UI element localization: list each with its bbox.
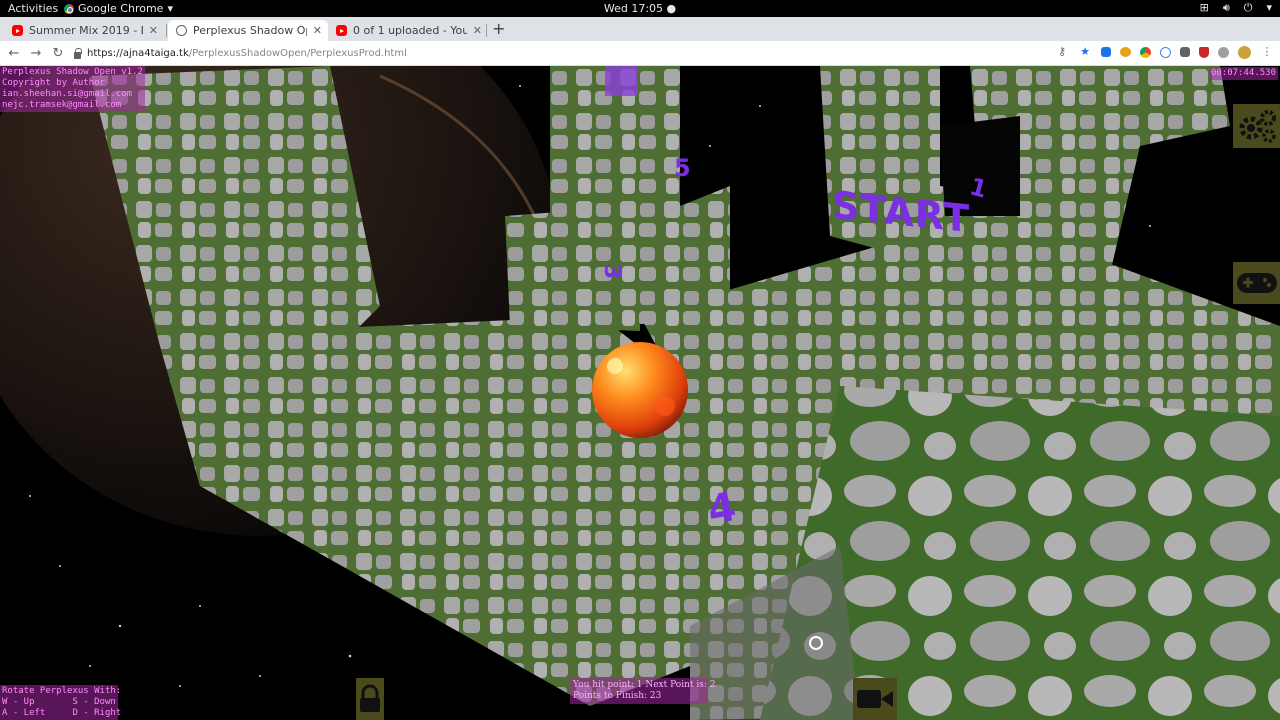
close-icon[interactable]: ✕ — [473, 24, 482, 37]
power-icon[interactable]: ⏻ — [1244, 1, 1253, 15]
lock-button[interactable] — [356, 678, 384, 720]
activities-button[interactable]: Activities — [8, 2, 58, 15]
ext-3-icon[interactable] — [1140, 46, 1151, 58]
tab-summer-mix[interactable]: Summer Mix 2019 - Best O ✕ — [4, 20, 164, 41]
lock-icon — [74, 47, 82, 59]
tab-divider — [486, 24, 487, 37]
tab-divider — [166, 24, 167, 37]
gamepad-icon — [1236, 273, 1277, 293]
ext-7-icon[interactable] — [1218, 46, 1229, 58]
key-icon[interactable]: ⚷ — [1055, 45, 1069, 59]
app-name: Google Chrome — [78, 2, 164, 15]
tab-title: 0 of 1 uploaded - YouTube — [353, 24, 467, 37]
browser-toolbar: ← → ↻ https://ajna4taiga.tk/PerplexusSha… — [0, 41, 1280, 66]
back-button[interactable]: ← — [3, 46, 25, 61]
gamepad-button[interactable] — [1233, 262, 1280, 304]
tab-strip: Summer Mix 2019 - Best O ✕ Perplexus Sha… — [0, 17, 1280, 41]
menu-arrow-icon[interactable]: ▾ — [1266, 1, 1272, 15]
ext-5-icon[interactable] — [1180, 47, 1190, 57]
address-bar[interactable]: https://ajna4taiga.tk/PerplexusShadowOpe… — [74, 44, 1120, 63]
reload-button[interactable]: ↻ — [47, 46, 69, 61]
ext-4-icon[interactable] — [1160, 46, 1171, 58]
tab-youtube-upload[interactable]: 0 of 1 uploaded - YouTube ✕ — [328, 20, 488, 41]
star-icon[interactable]: ★ — [1078, 45, 1092, 59]
tab-title: Perplexus Shadow Open 3 — [193, 24, 307, 37]
system-tray[interactable]: ⊞ 🔊︎ ⏻ ▾ — [1200, 1, 1272, 15]
points-status: You hit point: 1 Next Point is: 2 Points … — [570, 678, 715, 704]
system-top-bar: Activities Google Chrome ▾ Wed 17:05 ● ⊞… — [0, 0, 1280, 17]
credits-text: Perplexus Shadow Open v1.2 Copyright by … — [0, 66, 145, 112]
points-to-finish: Points to Finish: 23 — [573, 691, 662, 701]
chevron-down-icon: ▾ — [167, 2, 173, 15]
point-marker-3: 3 — [599, 263, 625, 280]
ext-1-icon[interactable] — [1101, 47, 1111, 57]
settings-icon — [1239, 110, 1276, 143]
controls-help: Rotate Perplexus With: W - Up S - Down A… — [0, 685, 122, 720]
youtube-icon — [12, 25, 23, 36]
settings-button[interactable] — [1233, 104, 1280, 148]
globe-icon — [176, 25, 187, 36]
point-marker-top — [605, 66, 638, 96]
avatar-icon[interactable] — [1238, 45, 1251, 59]
url-path: /PerplexusShadowOpen/PerplexusProd.html — [188, 48, 407, 59]
camera-button[interactable] — [853, 678, 897, 720]
ext-6-icon[interactable] — [1199, 46, 1209, 58]
extensions-bar: ⚷ ★ ⋮ — [1055, 45, 1274, 59]
game-viewport[interactable]: START 5 3 1 4 Perplexus Shadow Open v1.2… — [0, 66, 1280, 720]
volume-icon[interactable]: 🔊︎ — [1223, 1, 1230, 15]
forward-button[interactable]: → — [25, 46, 47, 61]
youtube-icon — [336, 25, 347, 36]
network-icon[interactable]: ⊞ — [1200, 1, 1209, 15]
maze-scene[interactable] — [0, 66, 1280, 720]
chrome-icon — [64, 3, 74, 14]
close-icon[interactable]: ✕ — [149, 24, 158, 37]
clock[interactable]: Wed 17:05 — [604, 2, 663, 15]
url-host: https://ajna4taiga.tk — [87, 48, 189, 59]
more-icon[interactable]: ⋮ — [1260, 45, 1274, 59]
tab-title: Summer Mix 2019 - Best O — [29, 24, 143, 37]
points-hit: You hit point: 1 Next Point is: 2 — [573, 680, 716, 690]
point-marker-5: 5 — [674, 154, 691, 182]
new-tab-button[interactable]: + — [492, 20, 505, 38]
tab-perplexus[interactable]: Perplexus Shadow Open 3 ✕ — [168, 20, 328, 41]
ext-2-icon[interactable] — [1120, 47, 1131, 57]
player-ball — [592, 342, 688, 438]
lock-icon — [360, 684, 380, 712]
close-icon[interactable]: ✕ — [313, 24, 322, 37]
camera-icon — [857, 690, 893, 708]
app-menu[interactable]: Google Chrome ▾ — [64, 2, 173, 15]
elapsed-timer: 00:07:44.530 — [1208, 67, 1278, 80]
